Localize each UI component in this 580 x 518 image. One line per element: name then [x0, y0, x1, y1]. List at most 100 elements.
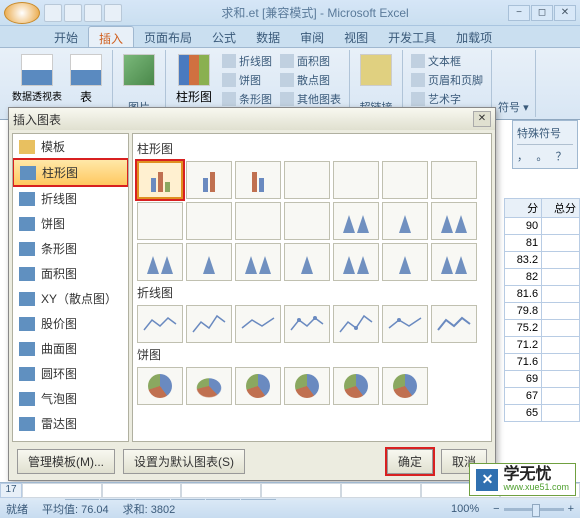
- cat-bar[interactable]: 条形图: [13, 236, 128, 261]
- cell[interactable]: 71.2: [505, 337, 542, 354]
- qat-undo-icon[interactable]: [64, 4, 82, 22]
- minimize-button[interactable]: −: [508, 5, 530, 21]
- cat-templates[interactable]: 模板: [13, 134, 128, 159]
- zoom-in-button[interactable]: +: [568, 503, 574, 515]
- zoom-slider[interactable]: [504, 508, 564, 511]
- cell[interactable]: 83.2: [505, 252, 542, 269]
- pie-chart-button[interactable]: 饼图: [220, 71, 274, 89]
- other-chart-button[interactable]: 其他图表: [278, 90, 343, 108]
- restore-button[interactable]: ◻: [531, 5, 553, 21]
- chart-thumb[interactable]: [235, 161, 281, 199]
- office-button[interactable]: [4, 2, 40, 24]
- zoom-out-button[interactable]: −: [493, 503, 499, 515]
- chart-thumb-line[interactable]: [333, 305, 379, 343]
- chart-thumb-line[interactable]: [431, 305, 477, 343]
- cat-column[interactable]: 柱形图: [13, 159, 128, 186]
- chart-thumb-clustered-column[interactable]: [137, 161, 183, 199]
- chart-thumb-line[interactable]: [137, 305, 183, 343]
- cell[interactable]: 82: [505, 269, 542, 286]
- chart-thumb[interactable]: [431, 243, 477, 281]
- tab-home[interactable]: 开始: [44, 26, 88, 47]
- cat-surface[interactable]: 曲面图: [13, 336, 128, 361]
- line-chart-button[interactable]: 折线图: [220, 52, 274, 70]
- cat-xy[interactable]: XY（散点图）: [13, 286, 128, 311]
- zoom-level[interactable]: 100%: [451, 503, 479, 515]
- chart-thumb[interactable]: [333, 243, 379, 281]
- textbox-button[interactable]: 文本框: [409, 52, 485, 70]
- cat-line[interactable]: 折线图: [13, 186, 128, 211]
- chart-thumb[interactable]: [284, 161, 330, 199]
- cell[interactable]: 65: [505, 405, 542, 422]
- chart-thumb[interactable]: [382, 202, 428, 240]
- picture-button[interactable]: [119, 52, 159, 88]
- row-header[interactable]: 17: [0, 483, 22, 498]
- tab-formula[interactable]: 公式: [202, 26, 246, 47]
- cell[interactable]: 81.6: [505, 286, 542, 303]
- chart-thumb[interactable]: [431, 161, 477, 199]
- bar-chart-button[interactable]: 条形图: [220, 90, 274, 108]
- close-button[interactable]: ✕: [554, 5, 576, 21]
- tab-review[interactable]: 审阅: [290, 26, 334, 47]
- chart-thumb[interactable]: [137, 243, 183, 281]
- chart-thumb[interactable]: [284, 202, 330, 240]
- pivot-table-button[interactable]: 数据透视表: [8, 52, 66, 107]
- chart-thumb[interactable]: [333, 161, 379, 199]
- dialog-titlebar[interactable]: 插入图表 ✕: [9, 108, 495, 130]
- wordart-button[interactable]: 艺术字: [409, 90, 485, 108]
- cell[interactable]: 67: [505, 388, 542, 405]
- chart-thumb[interactable]: [186, 161, 232, 199]
- hyperlink-button[interactable]: [356, 52, 396, 88]
- cat-pie[interactable]: 饼图: [13, 211, 128, 236]
- cell[interactable]: 81: [505, 235, 542, 252]
- chart-thumb-line[interactable]: [235, 305, 281, 343]
- cell[interactable]: 75.2: [505, 320, 542, 337]
- chart-thumb[interactable]: [333, 202, 379, 240]
- tab-dev[interactable]: 开发工具: [378, 26, 446, 47]
- tab-insert[interactable]: 插入: [88, 26, 134, 47]
- cell[interactable]: 79.8: [505, 303, 542, 320]
- chart-thumb[interactable]: [186, 202, 232, 240]
- cell[interactable]: [22, 483, 102, 498]
- set-default-button[interactable]: 设置为默认图表(S): [123, 449, 245, 474]
- chart-thumb-line[interactable]: [284, 305, 330, 343]
- chart-thumb[interactable]: [382, 161, 428, 199]
- chart-thumb-pie[interactable]: [284, 367, 330, 405]
- ok-button[interactable]: 确定: [387, 449, 433, 474]
- tab-view[interactable]: 视图: [334, 26, 378, 47]
- cell[interactable]: 69: [505, 371, 542, 388]
- chart-thumb[interactable]: [284, 243, 330, 281]
- chart-thumb-line[interactable]: [186, 305, 232, 343]
- chart-thumb-line[interactable]: [382, 305, 428, 343]
- chart-thumb-pie[interactable]: [382, 367, 428, 405]
- qat-save-icon[interactable]: [44, 4, 62, 22]
- col-header[interactable]: 分: [505, 199, 542, 218]
- chart-thumb[interactable]: [235, 202, 281, 240]
- chart-thumb[interactable]: [235, 243, 281, 281]
- cat-area[interactable]: 面积图: [13, 261, 128, 286]
- dialog-close-button[interactable]: ✕: [473, 111, 491, 127]
- cell[interactable]: 71.6: [505, 354, 542, 371]
- area-chart-button[interactable]: 面积图: [278, 52, 343, 70]
- column-chart-button[interactable]: 柱形图: [172, 52, 216, 108]
- header-footer-button[interactable]: 页眉和页脚: [409, 71, 485, 89]
- chart-thumb-pie[interactable]: [333, 367, 379, 405]
- cat-stock[interactable]: 股价图: [13, 311, 128, 336]
- chart-thumb[interactable]: [186, 243, 232, 281]
- chart-thumb-pie[interactable]: [137, 367, 183, 405]
- tab-data[interactable]: 数据: [246, 26, 290, 47]
- chart-thumb[interactable]: [382, 243, 428, 281]
- col-header[interactable]: 总分: [542, 199, 580, 218]
- scatter-chart-button[interactable]: 散点图: [278, 71, 343, 89]
- tab-addin[interactable]: 加载项: [446, 26, 502, 47]
- qat-print-icon[interactable]: [104, 4, 122, 22]
- cat-radar[interactable]: 雷达图: [13, 411, 128, 436]
- cat-bubble[interactable]: 气泡图: [13, 386, 128, 411]
- chart-thumb[interactable]: [137, 202, 183, 240]
- chart-thumb[interactable]: [431, 202, 477, 240]
- cat-doughnut[interactable]: 圆环图: [13, 361, 128, 386]
- chart-thumb-pie[interactable]: [186, 367, 232, 405]
- manage-templates-button[interactable]: 管理模板(M)...: [17, 449, 115, 474]
- qat-redo-icon[interactable]: [84, 4, 102, 22]
- tab-layout[interactable]: 页面布局: [134, 26, 202, 47]
- table-button[interactable]: 表: [66, 52, 106, 107]
